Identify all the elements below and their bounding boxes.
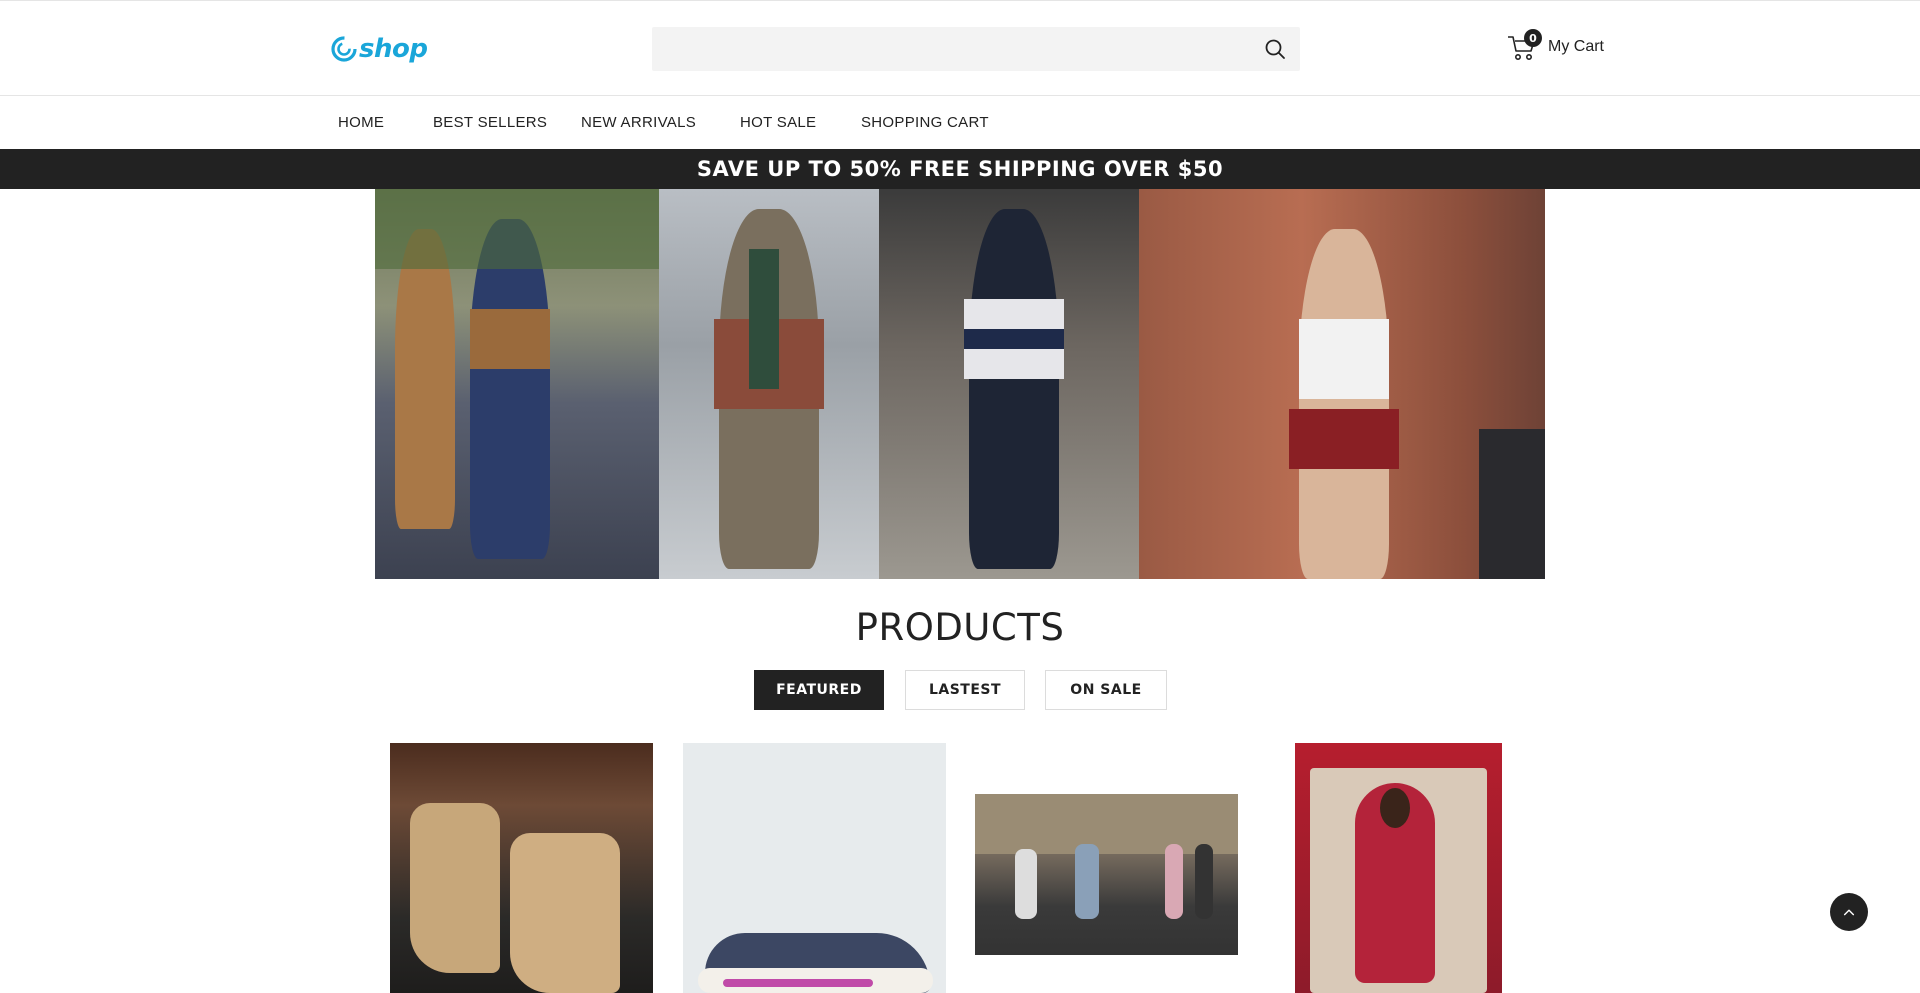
tab-lastest[interactable]: LASTEST (905, 670, 1025, 710)
product-image-boots[interactable] (390, 743, 653, 993)
hero-photo-1 (375, 189, 659, 579)
hero-photo-4 (1139, 189, 1545, 579)
swirl-logo-icon (331, 36, 357, 62)
promo-banner: SAVE UP TO 50% FREE SHIPPING OVER $50 (0, 149, 1920, 189)
back-to-top-button[interactable] (1830, 893, 1868, 931)
product-image-sneaker[interactable] (683, 743, 946, 993)
hero-photo-3 (879, 189, 1139, 579)
cart-icon: 0 (1506, 29, 1542, 63)
nav-item-home[interactable]: HOME (338, 114, 384, 131)
logo-text: shop (359, 34, 428, 64)
product-image-doll[interactable] (1295, 743, 1502, 993)
nav-item-best-sellers[interactable]: BEST SELLERS (433, 114, 547, 131)
site-logo[interactable]: shop (330, 34, 428, 64)
site-header: shop 0 My Cart (0, 0, 1920, 96)
nav-item-hot-sale[interactable]: HOT SALE (740, 114, 816, 131)
nav-item-new-arrivals[interactable]: NEW ARRIVALS (581, 114, 696, 131)
tab-featured[interactable]: FEATURED (754, 670, 884, 710)
hero-banner[interactable] (375, 189, 1545, 579)
nav-item-shopping-cart[interactable]: SHOPPING CART (861, 114, 989, 131)
search-input[interactable] (652, 27, 1252, 71)
promo-text: SAVE UP TO 50% FREE SHIPPING OVER $50 (696, 157, 1224, 181)
search-bar (652, 27, 1300, 71)
cart-count-badge: 0 (1524, 29, 1542, 47)
main-nav: HOME BEST SELLERS NEW ARRIVALS HOT SALE … (0, 96, 1920, 149)
cart-button[interactable]: 0 My Cart (1506, 27, 1604, 67)
search-icon[interactable] (1264, 38, 1286, 60)
cart-label: My Cart (1548, 38, 1604, 55)
products-heading: PRODUCTS (855, 606, 1065, 649)
tab-on-sale[interactable]: ON SALE (1045, 670, 1167, 710)
hero-photo-2 (659, 189, 879, 579)
product-image-gym[interactable] (975, 794, 1238, 955)
chevron-up-icon (1843, 909, 1855, 916)
product-tabs: FEATURED LASTEST ON SALE (754, 670, 1167, 710)
